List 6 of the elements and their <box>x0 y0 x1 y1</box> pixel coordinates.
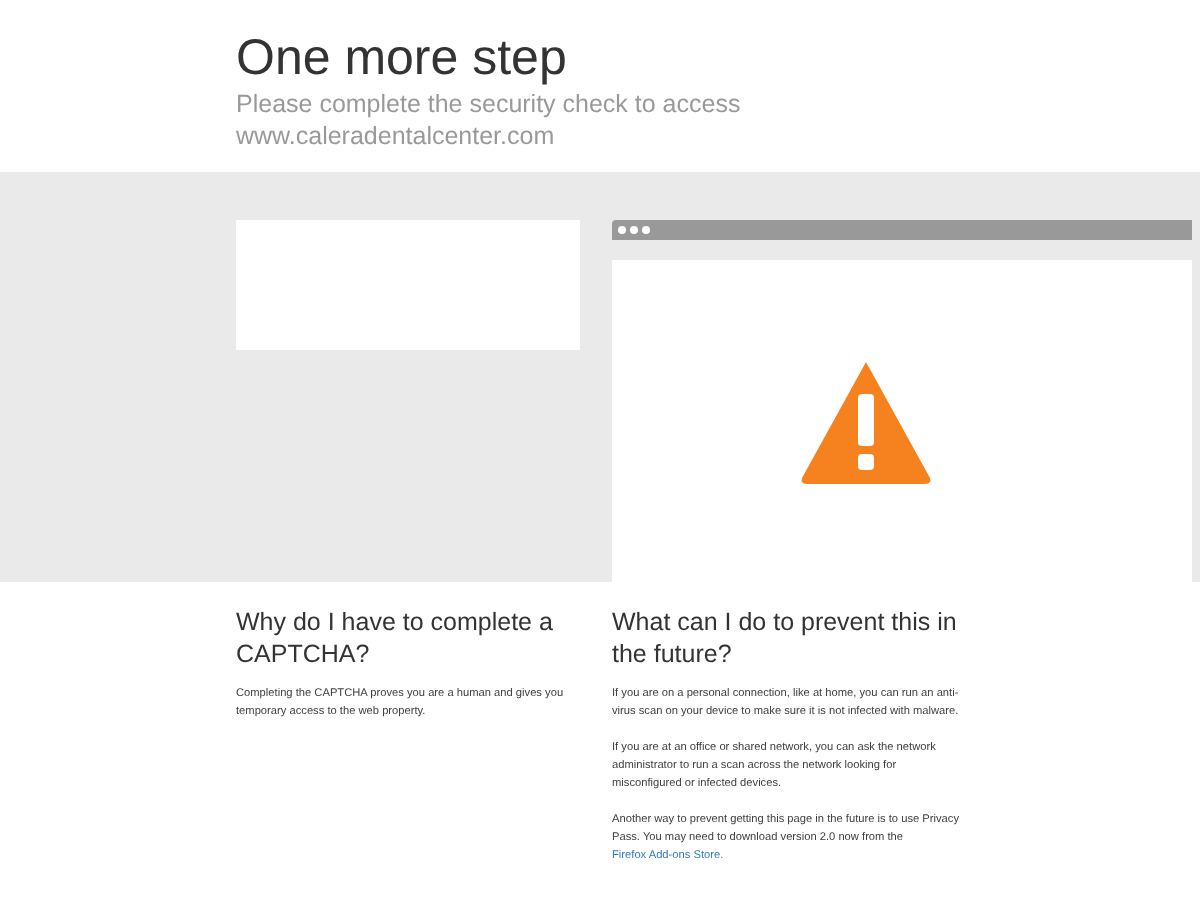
section-heading: What can I do to prevent this in the future? <box>612 606 959 670</box>
warning-icon <box>798 357 934 485</box>
page-title: One more step <box>236 28 569 88</box>
domain-text: www.caleradentalcenter.com <box>236 120 557 152</box>
section-heading: Why do I have to complete a CAPTCHA? <box>236 606 555 670</box>
subtitle: Please complete the security check to access <box>236 88 743 120</box>
